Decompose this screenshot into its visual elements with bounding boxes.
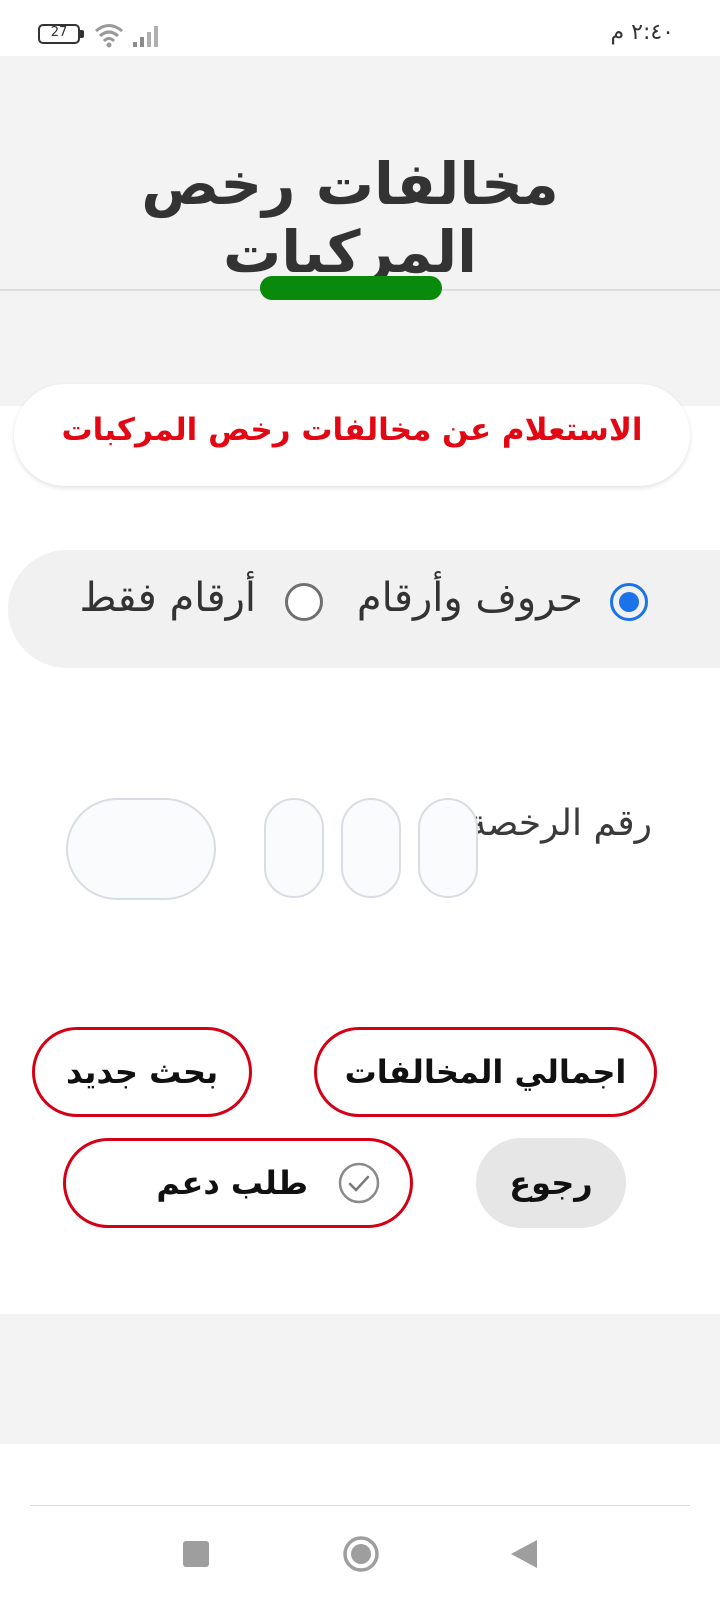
new-search-button[interactable]: بحث جديد [32, 1027, 252, 1117]
license-input-1[interactable] [418, 798, 478, 898]
license-input-number[interactable] [66, 798, 216, 900]
wifi-icon [95, 24, 123, 48]
page-title: مخالفات رخص المركبات [141, 150, 559, 286]
radio-numbers-only-label[interactable]: أرقام فقط [79, 575, 256, 621]
license-input-2[interactable] [341, 798, 401, 898]
radio-selected-dot [619, 592, 639, 612]
check-circle-icon [338, 1162, 380, 1204]
back-triangle-icon[interactable] [509, 1538, 539, 1570]
radio-numbers-only[interactable] [285, 583, 323, 621]
battery-level: 27 [50, 25, 68, 40]
header-accent-bar [260, 276, 442, 300]
inquiry-heading: الاستعلام عن مخالفات رخص المركبات [61, 412, 643, 448]
footer-band [0, 1314, 720, 1444]
license-input-3[interactable] [264, 798, 324, 898]
back-button[interactable]: رجوع [476, 1138, 626, 1228]
status-time: ٢:٤٠ م [610, 20, 675, 45]
recents-square-icon[interactable] [183, 1541, 209, 1567]
home-circle-icon[interactable] [342, 1535, 380, 1573]
license-number-label: رقم الرخصة [468, 803, 652, 844]
total-violations-button[interactable]: اجمالي المخالفات [314, 1027, 657, 1117]
battery-tip [80, 30, 84, 38]
radio-letters-and-numbers-label[interactable]: حروف وأرقام [357, 575, 583, 621]
radio-letters-and-numbers[interactable] [610, 583, 648, 621]
signal-icon [133, 26, 158, 47]
